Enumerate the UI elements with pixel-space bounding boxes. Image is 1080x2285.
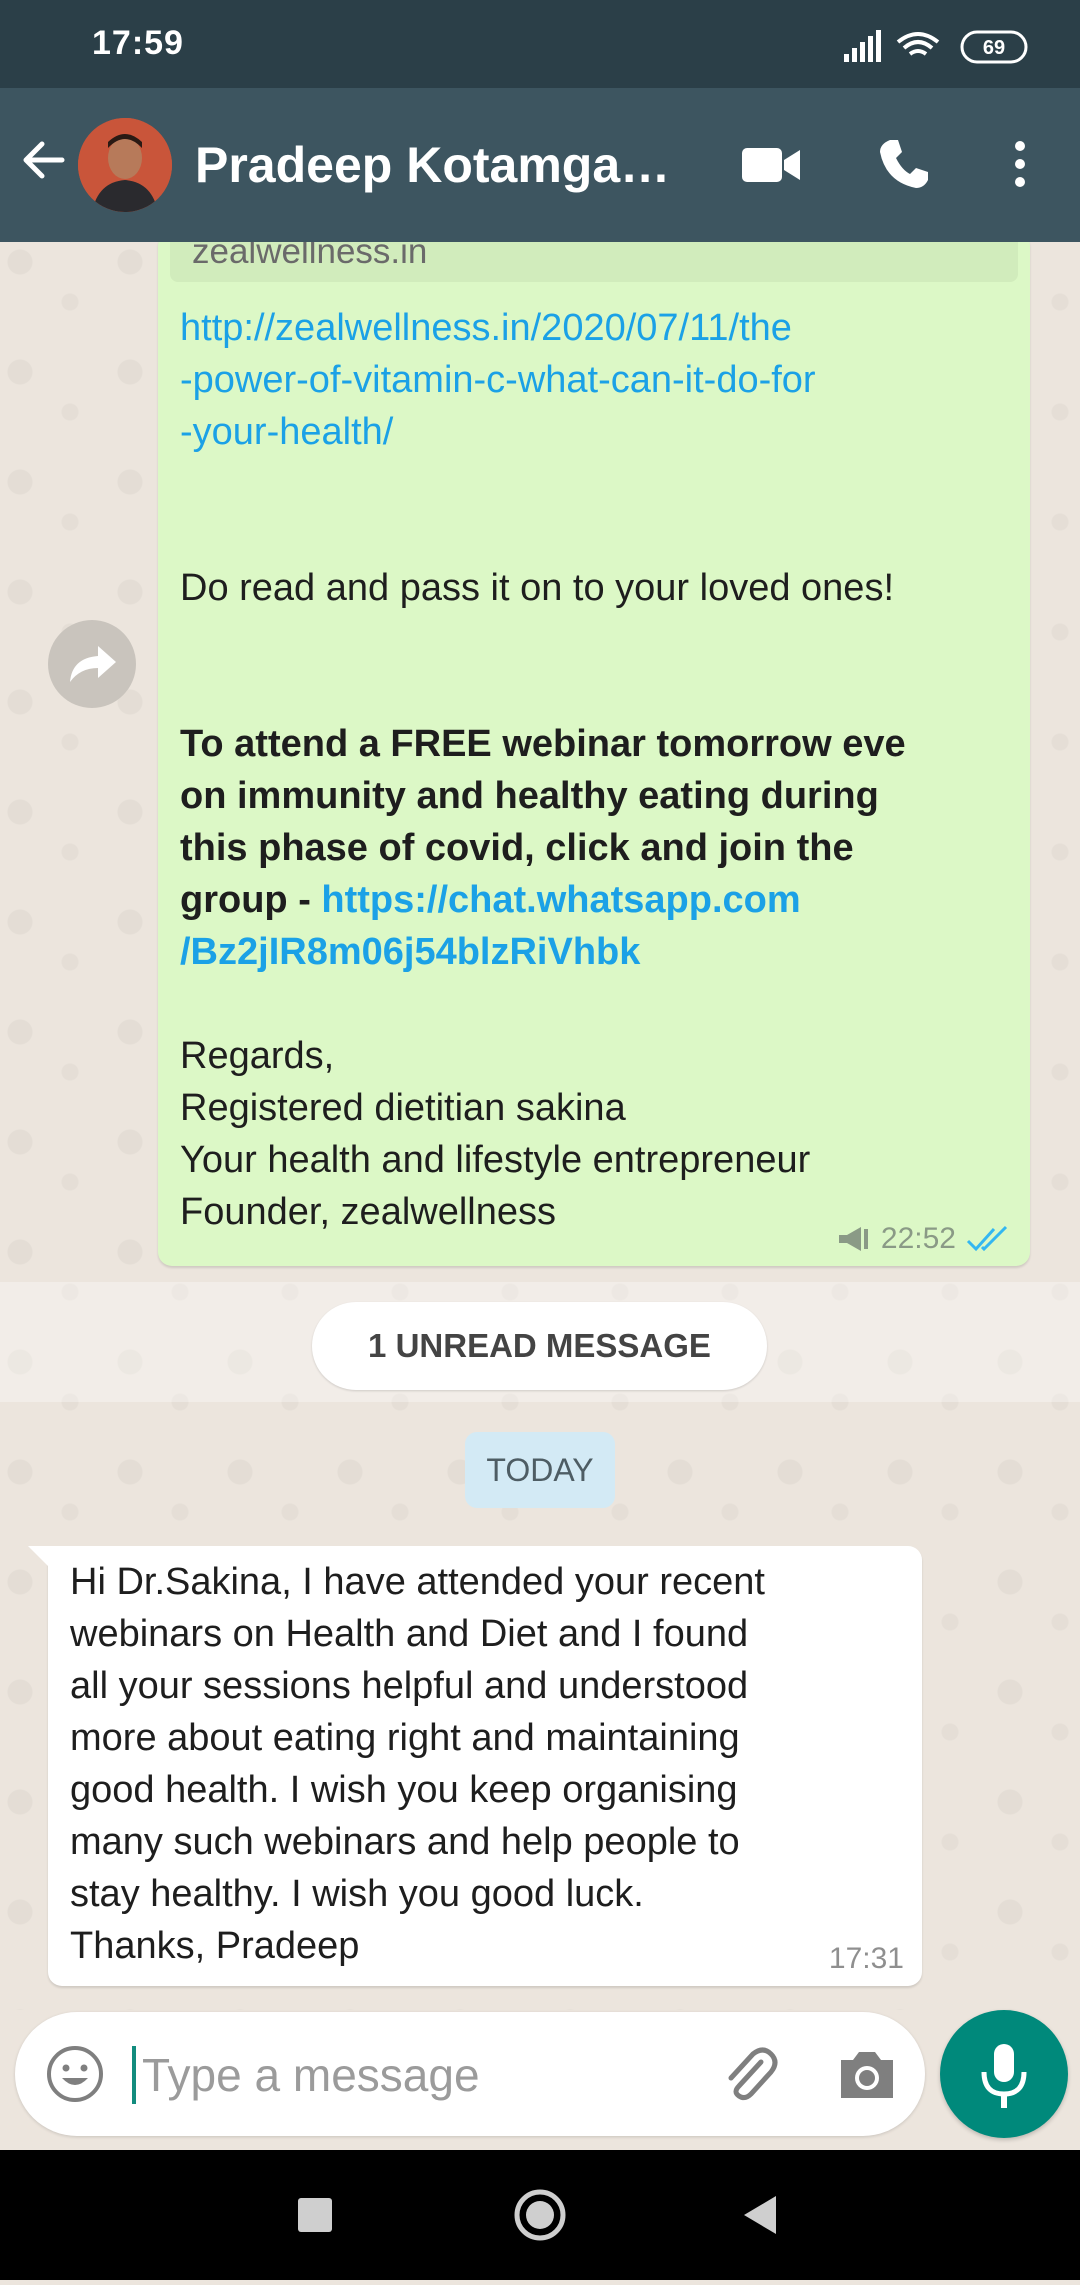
date-chip: TODAY: [465, 1432, 615, 1508]
battery-level: 69: [983, 37, 1005, 59]
link-preview-domain[interactable]: zealwellness.in: [170, 242, 1018, 282]
mic-icon: [981, 2044, 1027, 2108]
link-line: http://zealwellness.in/2020/07/11/the: [180, 307, 792, 349]
more-options-icon[interactable]: [1002, 136, 1038, 192]
broadcast-icon: [838, 1227, 868, 1251]
unread-messages-label: 1 UNREAD MESSAGE: [312, 1302, 767, 1390]
outgoing-message-bubble[interactable]: zealwellness.in http://zealwellness.in/2…: [158, 242, 1030, 1266]
message-line: good health. I wish you keep organising: [70, 1769, 738, 1811]
message-line: all your sessions helpful and understood: [70, 1665, 749, 1707]
group-link[interactable]: /Bz2jIR8m06j54blzRiVhbk: [180, 926, 906, 978]
signature-line: Founder, zealwellness: [180, 1191, 556, 1233]
chat-header: Pradeep Kotamgari...: [0, 88, 1080, 242]
emoji-icon[interactable]: [43, 2042, 107, 2106]
avatar-image: [78, 118, 172, 212]
status-icons: 69: [844, 30, 1028, 64]
message-line: more about eating right and maintaining: [70, 1717, 740, 1759]
status-time: 17:59: [92, 24, 184, 62]
camera-icon[interactable]: [835, 2044, 899, 2104]
nav-buttons: [298, 2189, 776, 2241]
forward-button[interactable]: [48, 620, 136, 708]
signal-icon: [844, 30, 881, 62]
webinar-text: To attend a FREE webinar tomorrow eve on…: [180, 718, 906, 978]
recents-icon[interactable]: [298, 2198, 332, 2232]
wifi-icon: [896, 32, 940, 56]
avatar[interactable]: [78, 118, 172, 212]
forward-icon: [70, 646, 116, 682]
incoming-message-bubble[interactable]: Hi Dr.Sakina, I have attended your recen…: [28, 1546, 922, 1986]
phone-call-icon[interactable]: [876, 136, 932, 192]
double-tick-icon: [966, 1225, 1008, 1252]
signature-line: Registered dietitian sakina: [180, 1087, 626, 1129]
incoming-message-text: Hi Dr.Sakina, I have attended your recen…: [70, 1556, 910, 1972]
message-line: webinars on Health and Diet and I found: [70, 1613, 749, 1655]
home-icon-inner: [526, 2201, 554, 2229]
webinar-line: To attend a FREE webinar tomorrow eve: [180, 723, 906, 765]
navigation-bar: [0, 2150, 1080, 2280]
signature-line: Your health and lifestyle entrepreneur: [180, 1139, 811, 1181]
chat-area[interactable]: zealwellness.in http://zealwellness.in/2…: [0, 242, 1080, 2010]
message-line: Hi Dr.Sakina, I have attended your recen…: [70, 1561, 765, 1603]
pass-on-text: Do read and pass it on to your loved one…: [180, 567, 895, 609]
contact-name[interactable]: Pradeep Kotamgari...: [195, 136, 675, 194]
message-time: 17:31: [828, 1942, 904, 1975]
attach-icon[interactable]: [715, 2042, 781, 2108]
text-cursor: [132, 2046, 136, 2104]
message-input[interactable]: [140, 2034, 704, 2116]
mic-button[interactable]: [940, 2010, 1068, 2138]
message-meta: 22:52: [837, 1222, 1010, 1256]
signature-line: Regards,: [180, 1035, 335, 1077]
message-line: many such webinars and help people to: [70, 1821, 740, 1863]
article-link[interactable]: http://zealwellness.in/2020/07/11/the -p…: [180, 302, 816, 458]
signature-text: Regards, Registered dietitian sakina You…: [180, 1030, 810, 1238]
back-arrow-icon[interactable]: [18, 134, 70, 186]
link-line: -your-health/: [180, 411, 394, 453]
status-bar: 17:59 69: [0, 0, 1080, 88]
webinar-line: this phase of covid, click and join the: [180, 827, 854, 869]
message-time: 22:52: [880, 1222, 956, 1255]
video-call-icon[interactable]: [740, 142, 802, 188]
back-icon[interactable]: [744, 2196, 776, 2234]
message-line: Thanks, Pradeep: [70, 1925, 360, 1967]
message-composer: [15, 2012, 925, 2136]
webinar-line: on immunity and healthy eating during: [180, 775, 879, 817]
group-prefix: group -: [180, 879, 322, 921]
message-line: stay healthy. I wish you good luck.: [70, 1873, 644, 1915]
link-line: -power-of-vitamin-c-what-can-it-do-for: [180, 359, 816, 401]
group-link[interactable]: https://chat.whatsapp.com: [321, 879, 800, 921]
